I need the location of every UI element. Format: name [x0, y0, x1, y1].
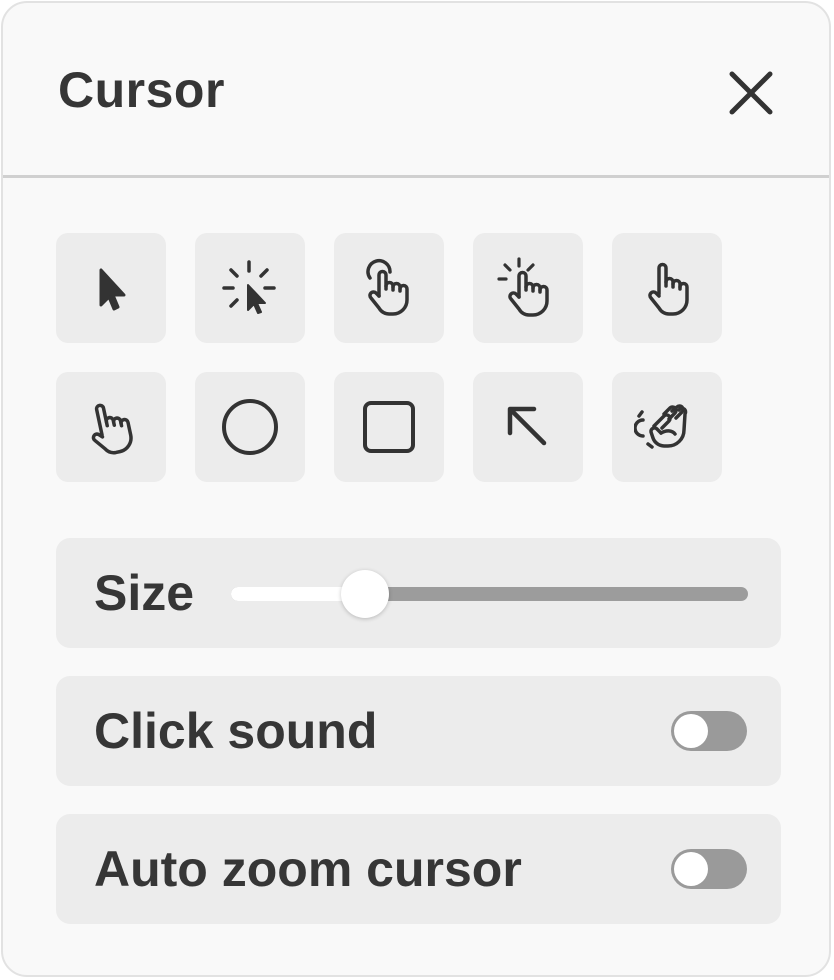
panel-title: Cursor	[58, 62, 225, 118]
cursor-option-hand-tap[interactable]	[334, 233, 444, 343]
close-icon	[729, 71, 773, 115]
pointer-click-burst-icon	[222, 260, 276, 314]
arrow-up-left-icon	[507, 406, 547, 446]
cursor-option-hand-pointer-tilted[interactable]	[56, 372, 166, 482]
close-button[interactable]	[723, 65, 779, 121]
size-label: Size	[94, 565, 195, 621]
square-icon	[363, 401, 415, 453]
cursor-option-arrow-outline[interactable]	[473, 372, 583, 482]
cursor-option-hand-click[interactable]	[473, 233, 583, 343]
cursor-option-square[interactable]	[334, 372, 444, 482]
auto-zoom-toggle[interactable]	[671, 849, 747, 889]
auto-zoom-toggle-knob	[674, 852, 708, 886]
cursor-option-circle[interactable]	[195, 372, 305, 482]
size-setting-row: Size	[56, 538, 781, 648]
hand-tap-icon	[366, 258, 409, 316]
click-sound-label: Click sound	[94, 703, 378, 759]
click-sound-row: Click sound	[56, 676, 781, 786]
cursor-option-hand-grab[interactable]	[612, 372, 722, 482]
click-sound-toggle[interactable]	[671, 711, 747, 751]
cursor-option-hand-pointer[interactable]	[612, 233, 722, 343]
cursor-option-pointer-click[interactable]	[195, 233, 305, 343]
hand-grab-icon	[634, 404, 688, 449]
size-slider[interactable]	[231, 570, 748, 618]
panel-header: Cursor	[3, 3, 829, 178]
hand-pointer-tilted-icon	[91, 403, 133, 455]
cursor-option-arrow[interactable]	[56, 233, 166, 343]
circle-icon	[222, 399, 278, 455]
auto-zoom-row: Auto zoom cursor	[56, 814, 781, 924]
auto-zoom-label: Auto zoom cursor	[94, 841, 522, 897]
hand-pointer-icon	[648, 262, 689, 316]
cursor-settings-panel: Cursor Size Click sound Auto zoom cursor	[1, 1, 831, 977]
arrow-pointer-icon	[99, 268, 126, 311]
size-slider-thumb[interactable]	[341, 570, 390, 618]
click-sound-toggle-knob	[674, 714, 708, 748]
hand-click-burst-icon	[497, 257, 549, 317]
